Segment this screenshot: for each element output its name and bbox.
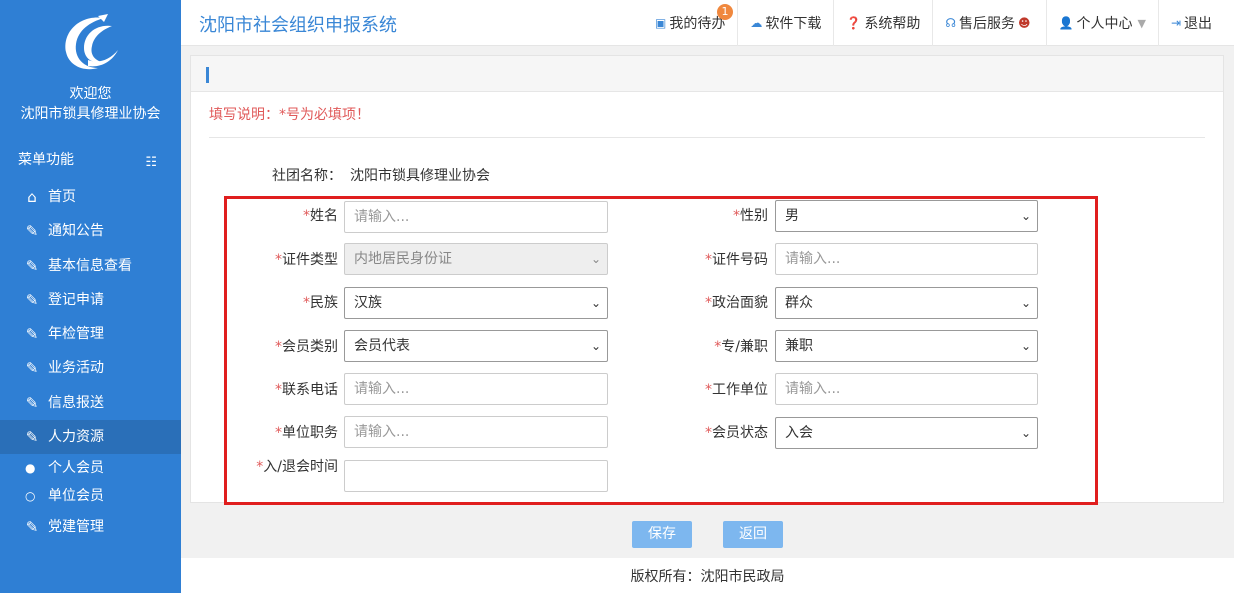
welcome-block: 欢迎您 沈阳市锁具修理业协会 xyxy=(0,84,181,124)
sidebar-item-label: 首页 xyxy=(48,189,76,205)
sidebar-item-label: 登记申请 xyxy=(48,291,104,308)
service-icon: ☊ xyxy=(945,16,956,30)
sidebar: 欢迎您 沈阳市锁具修理业协会 菜单功能 ☷ ⌂ 首页 ✎ 通知公告 ✎ 基本信息… xyxy=(0,0,181,593)
sidebar-item-hr[interactable]: ✎ 人力资源 xyxy=(0,420,181,455)
sidebar-subitem-label: 个人会员 xyxy=(48,460,104,477)
sidebar-subitem-individual-member[interactable]: ● 个人会员 xyxy=(0,454,181,482)
sidebar-item-notices[interactable]: ✎ 通知公告 xyxy=(0,214,181,248)
form-note: 填写说明：*号为必填项！ xyxy=(209,107,370,123)
sidebar-item-label: 党建管理 xyxy=(48,519,104,536)
org-row: 社团名称： 沈阳市锁具修理业协会 xyxy=(272,165,490,185)
edit-icon: ✎ xyxy=(25,359,39,378)
org-value: 沈阳市锁具修理业协会 xyxy=(350,168,490,184)
nav-profile[interactable]: 👤 个人中心 ▼ xyxy=(1045,0,1158,46)
sidebar-item-basic-info[interactable]: ✎ 基本信息查看 xyxy=(0,249,181,283)
user-icon: 👤 xyxy=(1058,16,1074,30)
sidebar-subitem-unit-member[interactable]: ○ 单位会员 xyxy=(0,482,181,510)
sidebar-item-reporting[interactable]: ✎ 信息报送 xyxy=(0,386,181,420)
home-icon: ⌂ xyxy=(27,188,37,206)
nav-help[interactable]: ❓ 系统帮助 xyxy=(833,0,932,46)
sidebar-item-activities[interactable]: ✎ 业务活动 xyxy=(0,351,181,385)
sidebar-menu: ⌂ 首页 ✎ 通知公告 ✎ 基本信息查看 ✎ 登记申请 ✎ 年检管理 ✎ 业务活… xyxy=(0,180,181,545)
nav-label: 个人中心 xyxy=(1076,16,1133,32)
qq-icon: ☻ xyxy=(1018,16,1031,30)
top-nav: ▣ 我的待办 1 ☁ 软件下载 ❓ 系统帮助 ☊ 售后服务 ☻ 👤 个人中心 ▼… xyxy=(643,0,1224,46)
logout-icon: ⇥ xyxy=(1170,16,1181,30)
nav-todo[interactable]: ▣ 我的待办 1 xyxy=(643,0,737,46)
edit-icon: ✎ xyxy=(25,428,39,447)
nav-service[interactable]: ☊ 售后服务 ☻ xyxy=(932,0,1045,46)
welcome-text: 欢迎您 xyxy=(69,86,112,102)
todo-badge: 1 xyxy=(717,4,734,20)
inbox-icon: ▣ xyxy=(655,16,667,30)
sidebar-item-annual-check[interactable]: ✎ 年检管理 xyxy=(0,317,181,351)
highlight-box xyxy=(224,196,1098,505)
sidebar-item-label: 人力资源 xyxy=(48,429,104,446)
sidebar-item-label: 基本信息查看 xyxy=(48,257,132,274)
sidebar-item-label: 信息报送 xyxy=(48,394,104,411)
list-icon[interactable]: ☷ xyxy=(145,151,157,175)
nav-label: 售后服务 xyxy=(959,16,1015,32)
edit-icon: ✎ xyxy=(25,325,39,344)
system-title: 沈阳市社会组织申报系统 xyxy=(199,15,397,36)
nav-label: 退出 xyxy=(1184,16,1212,32)
sidebar-item-party[interactable]: ✎ 党建管理 xyxy=(0,510,181,544)
panel-header xyxy=(191,56,1223,92)
sidebar-item-home[interactable]: ⌂ 首页 xyxy=(0,180,181,214)
back-button[interactable]: 返回 xyxy=(723,521,783,548)
top-header: 沈阳市社会组织申报系统 ▣ 我的待办 1 ☁ 软件下载 ❓ 系统帮助 ☊ 售后服… xyxy=(181,0,1234,46)
sidebar-item-label: 年检管理 xyxy=(48,326,104,343)
nav-label: 系统帮助 xyxy=(864,16,921,32)
hollow-dot-icon: ○ xyxy=(25,489,36,504)
edit-icon: ✎ xyxy=(25,222,39,241)
divider xyxy=(209,137,1205,138)
sidebar-item-label: 业务活动 xyxy=(48,360,104,377)
org-label: 社团名称： xyxy=(272,168,342,184)
help-icon: ❓ xyxy=(846,16,862,30)
edit-icon: ✎ xyxy=(25,290,39,309)
menu-title: 菜单功能 xyxy=(18,152,74,168)
sidebar-subitem-label: 单位会员 xyxy=(48,488,104,505)
save-button[interactable]: 保存 xyxy=(632,521,692,548)
menu-header: 菜单功能 ☷ xyxy=(0,148,181,172)
nav-label: 我的待办 xyxy=(669,16,726,32)
edit-icon: ✎ xyxy=(25,256,39,275)
caret-down-icon: ▼ xyxy=(1137,16,1146,30)
filled-dot-icon: ● xyxy=(25,461,36,476)
sidebar-item-label: 通知公告 xyxy=(48,223,104,240)
footer-copyright: 版权所有：沈阳市民政局 xyxy=(181,558,1234,593)
panel-title-bar xyxy=(206,67,209,83)
logo-icon xyxy=(65,14,118,70)
welcome-org-name: 沈阳市锁具修理业协会 xyxy=(20,106,161,122)
nav-logout[interactable]: ⇥ 退出 xyxy=(1157,0,1224,46)
edit-icon: ✎ xyxy=(25,393,39,412)
edit-icon: ✎ xyxy=(25,518,39,537)
cloud-download-icon: ☁ xyxy=(750,16,763,30)
nav-label: 软件下载 xyxy=(765,16,822,32)
sidebar-item-registration[interactable]: ✎ 登记申请 xyxy=(0,283,181,317)
nav-download[interactable]: ☁ 软件下载 xyxy=(737,0,833,46)
